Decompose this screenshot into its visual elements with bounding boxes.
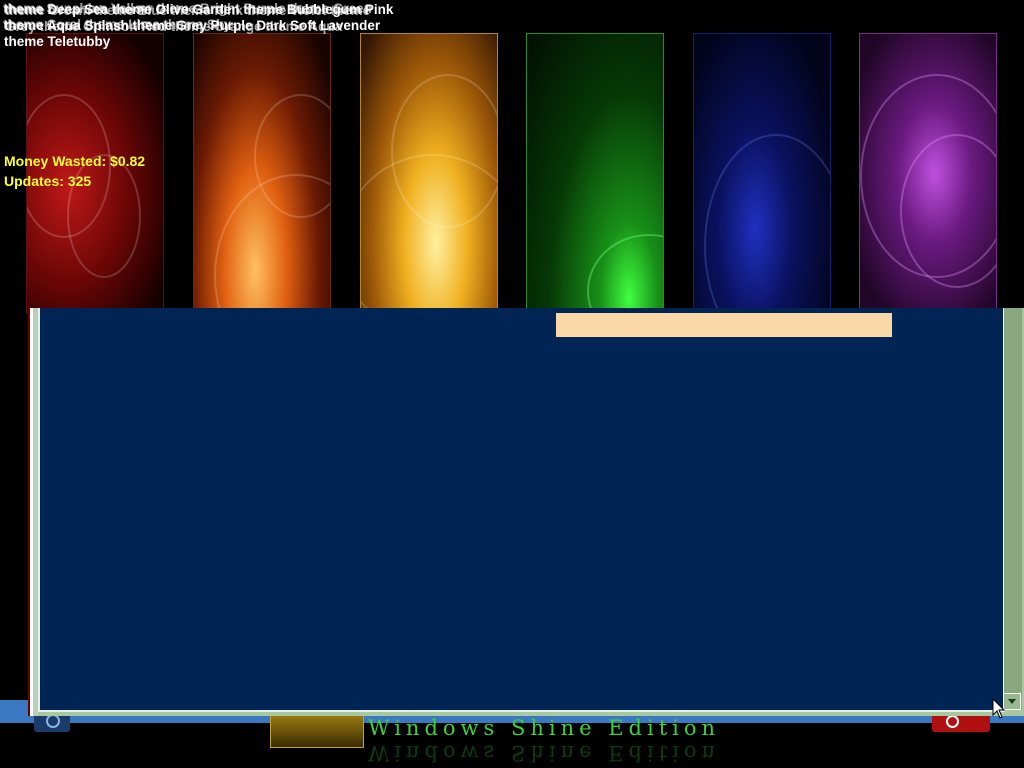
app-window [28,308,1024,716]
stats-block: Money Wasted: $0.82 Updates: 325 [4,151,145,191]
highlight-bar [556,313,892,337]
money-wasted-label: Money Wasted: $0.82 [4,153,146,169]
updates-count-label: Updates: 325 [4,173,92,189]
brand-wordmark: Windows Shine Edition [368,716,721,740]
content-pane[interactable] [38,308,1005,712]
wallpaper-panel-yellow [360,33,498,313]
desktop: theme Cream theme Blue theme Pink theme … [0,0,1024,768]
window-frame-left [28,308,38,716]
mouse-cursor-icon [992,698,1006,719]
vertical-scrollbar[interactable] [1003,308,1022,710]
wallpaper-panel-orange [193,33,331,313]
wallpaper-panel-blue [693,33,831,313]
theme-list-text: theme Deep Sea theme Olive Garden theme … [4,2,394,49]
wallpaper-panel-purple [859,33,997,313]
wallpaper-panel-green [526,33,664,313]
brand-logo [270,712,364,748]
brand-wordmark-reflection: Windows Shine Edition [368,741,721,765]
